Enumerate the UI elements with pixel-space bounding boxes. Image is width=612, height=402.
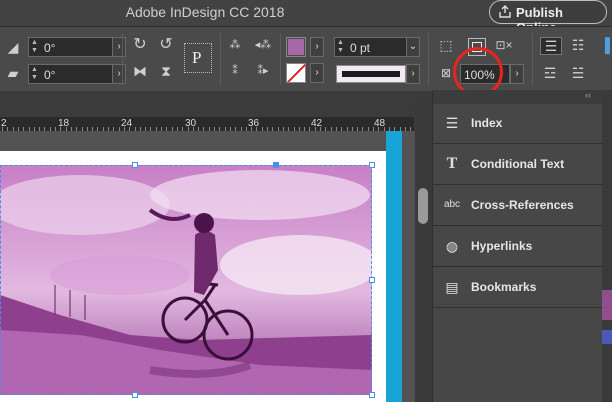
fill-color-swatch[interactable] bbox=[286, 37, 306, 57]
opacity-dropdown-arrow[interactable]: › bbox=[510, 64, 524, 84]
hyperlinks-icon: ◍ bbox=[445, 238, 459, 254]
shear-icon: ▰ bbox=[7, 65, 19, 81]
secondary-panel-edge bbox=[602, 90, 612, 402]
frame-handle-top[interactable] bbox=[132, 162, 138, 168]
divider bbox=[220, 33, 221, 85]
fill-color-chip bbox=[288, 39, 304, 55]
none-slash-icon bbox=[287, 64, 305, 82]
conditional-text-icon: T bbox=[446, 155, 458, 172]
reference-point-icon[interactable]: P bbox=[184, 43, 212, 73]
share-icon bbox=[499, 5, 511, 21]
ruler-label: 36 bbox=[248, 118, 260, 129]
panel-item-index[interactable]: ☰ Index bbox=[433, 104, 603, 144]
horizontal-ruler: 2 18 24 30 36 42 48 bbox=[0, 117, 414, 132]
app-title: Adobe InDesign CC 2018 bbox=[125, 4, 285, 20]
image-frame[interactable] bbox=[0, 165, 372, 395]
select-next-icon[interactable]: ⁑▸ bbox=[252, 63, 274, 79]
stroke-type-selector[interactable] bbox=[336, 65, 406, 83]
select-content-icon[interactable]: ⁑ bbox=[226, 63, 244, 79]
shear-angle-value: 0° bbox=[44, 68, 56, 82]
flip-vertical-icon[interactable]: ⧗ bbox=[156, 63, 176, 79]
panel-item-label: Cross-References bbox=[471, 198, 574, 212]
stroke-type-line bbox=[342, 71, 400, 77]
stroke-dropdown-arrow[interactable]: › bbox=[310, 63, 324, 83]
swatch-strip bbox=[602, 290, 612, 320]
type-on-path-glyph: P bbox=[192, 48, 202, 67]
stepper-icon[interactable]: ▲ ▼ bbox=[31, 39, 38, 55]
rotation-angle-value: 0° bbox=[44, 41, 56, 55]
panel-item-label: Hyperlinks bbox=[471, 239, 533, 253]
align-center-icon[interactable]: ☷ bbox=[568, 37, 588, 53]
panel-item-bookmarks[interactable]: ▤ Bookmarks bbox=[433, 268, 603, 308]
panel-item-label: Conditional Text bbox=[471, 157, 565, 171]
rotate-clockwise-icon[interactable]: ↻ bbox=[130, 37, 150, 53]
flip-horizontal-icon[interactable]: ⧓ bbox=[130, 63, 150, 79]
panel-item-hyperlinks[interactable]: ◍ Hyperlinks bbox=[433, 227, 603, 267]
shear-angle-field[interactable]: ▲ ▼ 0° bbox=[28, 64, 114, 84]
divider bbox=[280, 33, 281, 85]
scrollbar-thumb[interactable] bbox=[418, 188, 428, 224]
shear-dropdown-arrow[interactable]: › bbox=[112, 64, 126, 84]
divider bbox=[532, 33, 533, 85]
opacity-icon: ⊠ bbox=[440, 66, 452, 80]
swatch-strip bbox=[602, 330, 612, 344]
panel-dock-header[interactable]: ‹‹ bbox=[433, 90, 603, 104]
rotation-angle-field[interactable]: ▲ ▼ 0° bbox=[28, 37, 114, 57]
stroke-weight-dropdown-arrow[interactable]: ⌄ bbox=[406, 37, 420, 57]
rotation-dropdown-arrow[interactable]: › bbox=[112, 37, 126, 57]
panel-item-cross-references[interactable]: abc Cross-References bbox=[433, 186, 603, 226]
stepper-icon[interactable]: ▲ ▼ bbox=[337, 39, 344, 55]
bookmarks-icon: ▤ bbox=[445, 279, 459, 295]
frame-fitting-icon[interactable]: ⬚ bbox=[438, 37, 454, 53]
panel-dock: ‹‹ ☰ Index T Conditional Text abc Cross-… bbox=[432, 90, 603, 402]
text-wrap-shape-icon[interactable]: ☱ bbox=[568, 65, 588, 81]
frame-handle-right[interactable] bbox=[369, 277, 375, 283]
cross-references-icon: abc bbox=[443, 199, 461, 210]
align-left-icon[interactable]: ☰ bbox=[540, 37, 562, 55]
panel-item-label: Bookmarks bbox=[471, 280, 537, 294]
divider bbox=[428, 33, 429, 85]
stroke-weight-value: 0 pt bbox=[350, 41, 371, 55]
select-previous-icon[interactable]: ◂⁂ bbox=[252, 37, 274, 53]
panel-edge-icon[interactable]: ▐ bbox=[598, 37, 612, 53]
stroke-none-swatch[interactable] bbox=[286, 63, 306, 83]
title-bar: Adobe InDesign CC 2018 Publish Online bbox=[0, 0, 612, 35]
text-wrap-icon[interactable]: ☲ bbox=[540, 65, 560, 81]
select-container-icon[interactable]: ⁂ bbox=[226, 37, 244, 53]
rotate-counterclockwise-icon[interactable]: ↺ bbox=[156, 37, 176, 53]
stepper-icon[interactable]: ▲ ▼ bbox=[31, 66, 38, 82]
panel-item-label: Index bbox=[471, 116, 503, 130]
stroke-type-dropdown-arrow[interactable]: › bbox=[406, 64, 420, 84]
ruler-label: 24 bbox=[121, 118, 133, 129]
frame-handle-bottom[interactable] bbox=[132, 392, 138, 398]
frame-handle-top-right[interactable] bbox=[369, 162, 375, 168]
index-icon: ☰ bbox=[445, 115, 459, 131]
drop-shadow-icon[interactable]: ⊡× bbox=[494, 37, 514, 53]
bleed-guide bbox=[386, 131, 402, 402]
frame-handle-bottom-right[interactable] bbox=[369, 392, 375, 398]
collapse-panels-icon[interactable]: ‹‹ bbox=[585, 90, 591, 100]
rotate-icon: ◢ bbox=[7, 39, 19, 55]
content-grabber-handle[interactable] bbox=[273, 162, 279, 168]
divider bbox=[122, 33, 123, 85]
control-panel: ◢ ▲ ▼ 0° › ▰ ▲ ▼ 0° › ↻ ↺ ⧓ ⧗ P ⁂ ◂⁂ ⁑ ⁑▸ … bbox=[0, 26, 612, 97]
publish-online-button[interactable]: Publish Online bbox=[489, 0, 607, 35]
panel-item-conditional-text[interactable]: T Conditional Text bbox=[433, 145, 603, 185]
vertical-scrollbar[interactable] bbox=[415, 100, 432, 402]
stroke-weight-field[interactable]: ▲ ▼ 0 pt bbox=[334, 37, 408, 57]
fill-dropdown-arrow[interactable]: › bbox=[310, 37, 324, 57]
